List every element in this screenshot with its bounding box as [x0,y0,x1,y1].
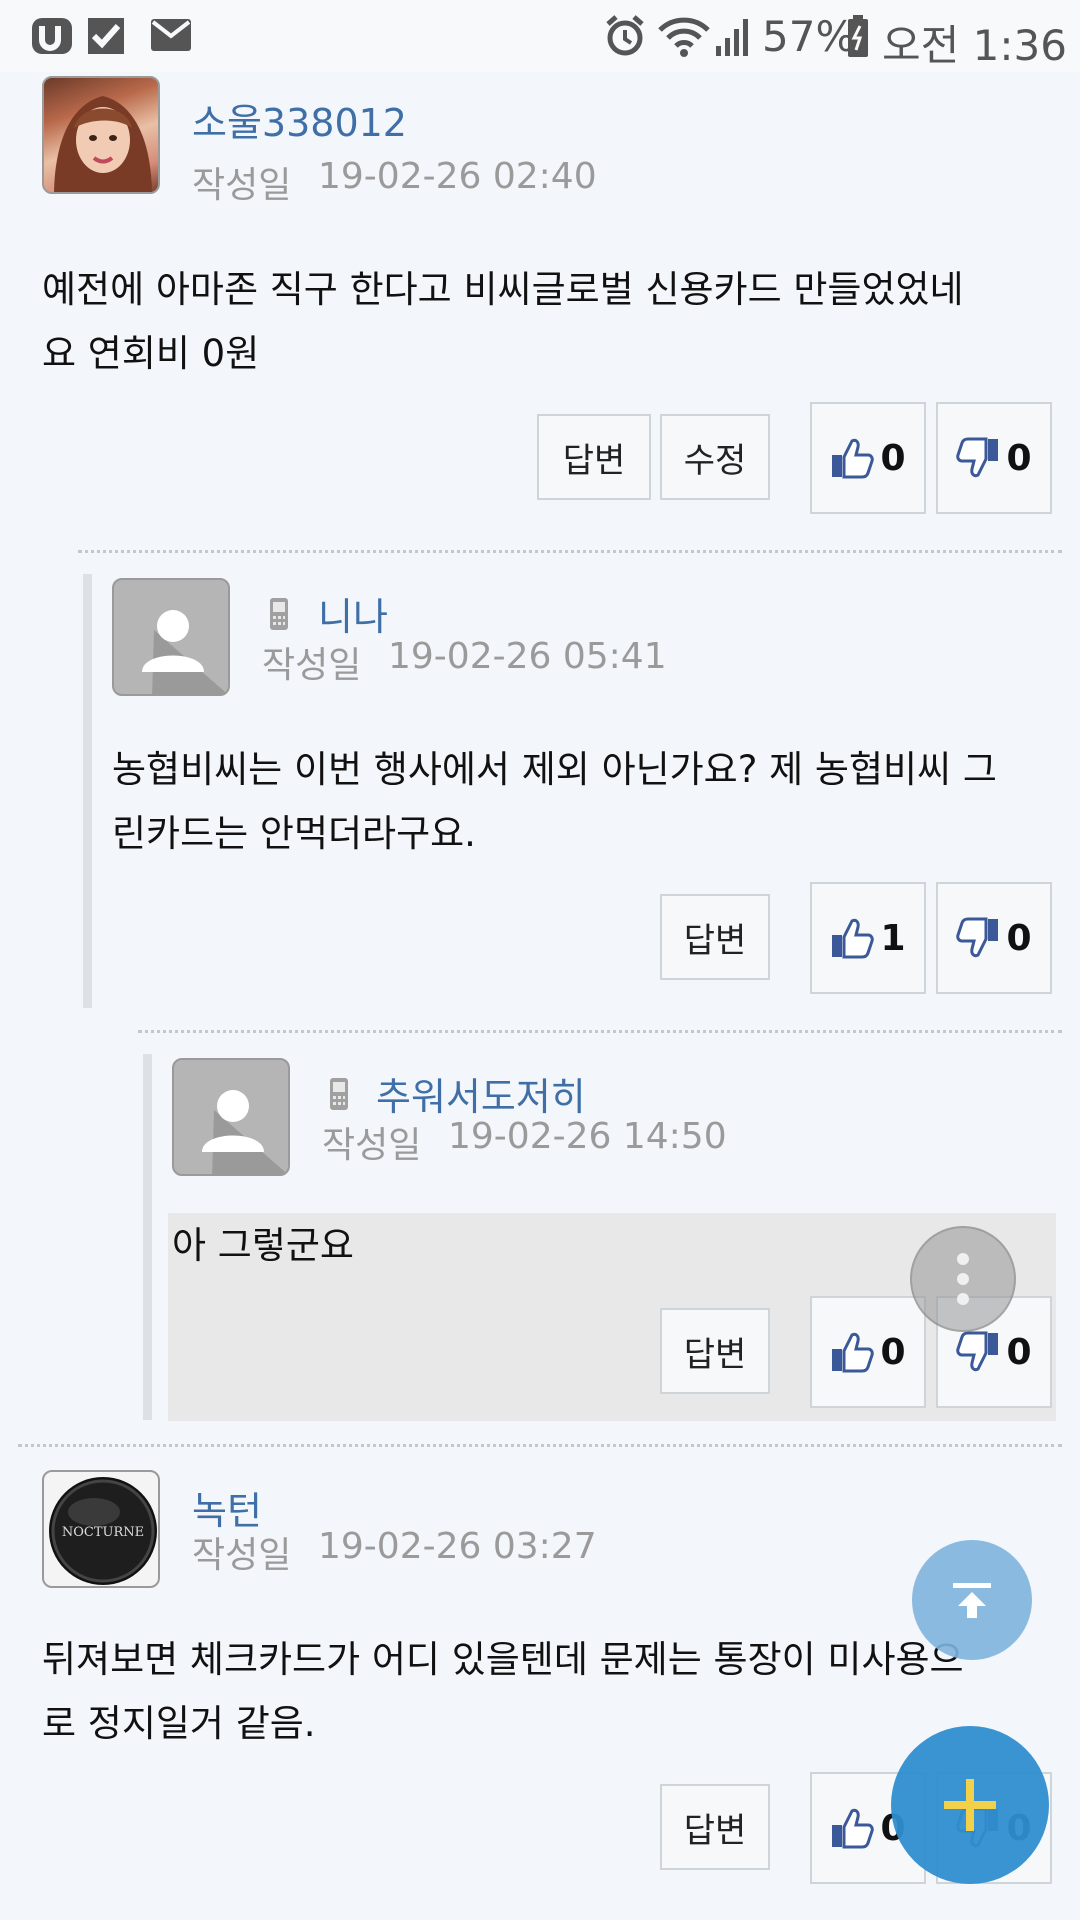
comment-date-label: 작성일 [192,1535,292,1576]
reply-indent-bar [143,1054,152,1420]
more-vertical-icon [957,1253,969,1305]
comment-date-label: 작성일 [322,1125,422,1166]
wifi-icon [658,17,710,57]
reply-button[interactable]: 답변 [660,1784,770,1870]
comment-divider [78,550,1062,553]
thumbs-up-icon [832,1332,875,1373]
mobile-phone-icon [270,598,288,630]
profile-logo: NOCTURNE [49,1477,157,1585]
avatar[interactable]: NOCTURNE [42,1470,160,1588]
user-silhouette-icon [202,1090,288,1174]
like-button[interactable]: 0 [810,1296,926,1408]
task-check-icon [88,18,124,54]
comment-body-line: 뒤져보면 체크카드가 어디 있을텐데 문제는 통장이 미사용으 [42,1638,964,1681]
comment-date: 19-02-26 03:27 [318,1526,597,1567]
thumbs-up-icon [832,918,875,959]
like-button[interactable]: 0 [810,402,926,514]
battery-icon [848,15,868,57]
comment-body-line: 농협비씨는 이번 행사에서 제외 아닌가요? 제 농협비씨 그 [112,748,997,791]
reply-button[interactable]: 답변 [660,1308,770,1394]
comment-nickname[interactable]: 추워서도저히 [376,1066,586,1121]
comment-divider [138,1030,1062,1033]
battery-percent: 57% [762,12,856,61]
dislike-count: 0 [1006,1331,1032,1373]
profile-photo [54,96,152,192]
comment-date: 19-02-26 14:50 [448,1116,727,1157]
avatar-logo-text: NOCTURNE [62,1525,144,1540]
signal-icon [716,19,748,56]
reply-button[interactable]: 답변 [537,414,651,500]
thumbs-up-icon [832,1808,875,1849]
user-silhouette-icon [142,610,228,694]
thumbs-down-icon [956,1331,999,1372]
dislike-button[interactable]: 0 [936,882,1052,994]
reply-indent-bar [83,574,92,1008]
comment-date-label: 작성일 [192,165,292,206]
thumbs-up-icon [832,438,875,479]
thumbs-down-icon [956,437,999,478]
comment-body-line: 로 정지일거 같음. [42,1702,316,1745]
comment-date: 19-02-26 02:40 [318,156,597,197]
comment-body-line: 요 연회비 0원 [42,332,260,375]
comment-body-line: 예전에 아마존 직구 한다고 비씨글로벌 신용카드 만들었었네 [42,268,964,311]
scroll-top-icon [953,1583,991,1618]
comment-nickname[interactable]: 소울338012 [192,92,407,147]
comment-body-line: 아 그렇군요 [172,1224,354,1267]
comment-date: 19-02-26 05:41 [388,636,667,677]
default-avatar[interactable] [112,578,230,696]
dislike-button[interactable]: 0 [936,402,1052,514]
alarm-icon [606,15,644,56]
app-notification-icon [32,18,72,54]
mobile-phone-icon [330,1078,348,1110]
comment-nickname[interactable]: 니나 [318,586,388,641]
scroll-top-button[interactable] [912,1540,1032,1660]
like-count: 0 [880,1331,906,1373]
dislike-count: 0 [1006,437,1032,479]
dislike-count: 0 [1006,917,1032,959]
like-button[interactable]: 1 [810,882,926,994]
default-avatar[interactable] [172,1058,290,1176]
comment-divider [18,1444,1062,1447]
thumbs-down-icon [956,917,999,958]
mail-icon [151,19,191,51]
reply-button[interactable]: 답변 [660,894,770,980]
add-comment-button[interactable] [891,1726,1049,1884]
avatar[interactable] [42,76,160,194]
comment-date-label: 작성일 [262,645,362,686]
more-options-button[interactable] [910,1226,1016,1332]
edit-button[interactable]: 수정 [660,414,770,500]
comment-body-line: 린카드는 안먹더라구요. [112,812,476,855]
like-count: 0 [880,437,906,479]
clock: 오전 1:36 [882,21,1067,70]
status-bar: 57% 오전 1:36 [0,0,1080,72]
like-count: 1 [880,917,906,959]
plus-icon [944,1779,996,1831]
